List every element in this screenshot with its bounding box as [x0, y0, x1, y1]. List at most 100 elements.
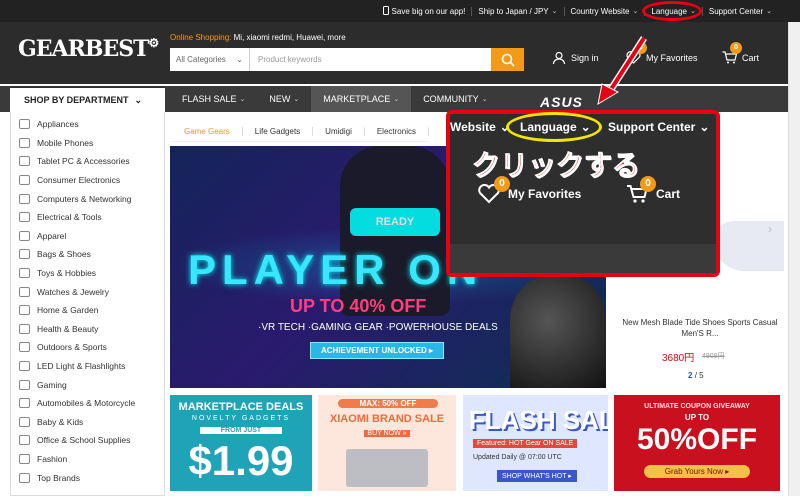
top-links: Save big on our app! Ship to Japan / JPY…	[377, 0, 778, 22]
chevron-down-icon: ⌄	[699, 120, 710, 134]
tab-game-gears[interactable]: Game Gears	[172, 127, 243, 136]
sidebar-item-health-beauty[interactable]: Health & Beauty	[11, 320, 164, 339]
promo-from: FROM JUST	[200, 427, 282, 434]
sidebar-item-mobile-phones[interactable]: Mobile Phones	[11, 134, 164, 153]
ship-to-link[interactable]: Ship to Japan / JPY ⌄	[471, 6, 563, 16]
sidebar-item-label: Tablet PC & Accessories	[37, 156, 130, 167]
callout-favorites-label: My Favorites	[508, 187, 582, 201]
nav-item-flash-sale[interactable]: FLASH SALE ⌄	[170, 94, 257, 104]
sidebar-item-gaming[interactable]: Gaming	[11, 375, 164, 394]
nav-item-community[interactable]: COMMUNITY ⌄	[411, 94, 499, 104]
tab-electronics[interactable]: Electronics	[365, 127, 429, 136]
sidebar-item-electrical-tools[interactable]: Electrical & Tools	[11, 208, 164, 227]
category-select[interactable]: All Categories ⌄	[170, 48, 250, 71]
cart-link[interactable]: Cart	[722, 51, 759, 64]
sidebar-item-apparel[interactable]: Apparel	[11, 227, 164, 246]
nav-item-marketplace[interactable]: MARKETPLACE ⌄	[311, 86, 412, 112]
sidebar-item-automobiles[interactable]: Automobiles & Motorcycle	[11, 394, 164, 413]
promo-flash-sale[interactable]: FLASH SALE Featured: HOT Gear ON SALE Up…	[463, 395, 608, 491]
dress-icon	[19, 453, 30, 464]
tab-life-gadgets[interactable]: Life Gadgets	[243, 127, 314, 136]
callout-support[interactable]: Support Center ⌄	[608, 120, 709, 134]
sidebar-item-top-brands[interactable]: Top Brands	[11, 468, 164, 487]
sidebar-item-bags-shoes[interactable]: Bags & Shoes	[11, 245, 164, 264]
pager-current: 2	[688, 371, 693, 380]
sidebar-item-home-garden[interactable]: Home & Garden	[11, 301, 164, 320]
online-shopping-links[interactable]: Mi, xiaomi redmi, Huawei, more	[234, 33, 346, 42]
cart-label: Cart	[742, 52, 760, 63]
nav-label: NEW	[269, 94, 291, 104]
sidebar-item-watches[interactable]: Watches & Jewelry	[11, 282, 164, 301]
sidebar-item-label: Gaming	[37, 379, 67, 390]
promo-button[interactable]: BUY NOW »	[364, 430, 410, 437]
product-pager: 2 / 5	[688, 371, 704, 380]
sidebar-item-consumer-electronics[interactable]: Consumer Electronics	[11, 171, 164, 190]
promo-title: XIAOMI BRAND SALE	[329, 413, 445, 425]
promo-featured: Featured: HOT Gear ON SALE	[473, 439, 578, 448]
sidebar-item-baby-kids[interactable]: Baby & Kids	[11, 413, 164, 432]
sidebar-item-fashion[interactable]: Fashion	[11, 450, 164, 469]
phone-icon	[382, 5, 389, 17]
promo-button[interactable]: SHOP WHAT'S HOT ▸	[497, 470, 577, 482]
tools-icon	[19, 212, 30, 223]
cart-count-badge: 0	[730, 42, 742, 54]
banner-sale: UP TO 40% OFF	[290, 296, 427, 316]
nav-item-new[interactable]: NEW ⌄	[257, 94, 311, 104]
promo-coupon-giveaway[interactable]: ULTIMATE COUPON GIVEAWAY UP TO 50%OFF Gr…	[614, 395, 780, 491]
promo-subtitle: NOVELTY GADGETS	[191, 415, 291, 422]
sidebar-item-tablet[interactable]: Tablet PC & Accessories	[11, 152, 164, 171]
promo-upto: UP TO	[684, 413, 710, 422]
callout-favorites[interactable]: My Favorites	[478, 184, 581, 204]
product-image	[714, 221, 784, 271]
nav-label: MARKETPLACE	[323, 94, 391, 104]
site-logo[interactable]: GEARBEST⚙	[18, 36, 160, 62]
shop-by-department[interactable]: SHOP BY DEPARTMENT ⌄	[10, 86, 165, 112]
sidebar-item-outdoors[interactable]: Outdoors & Sports	[11, 338, 164, 357]
promo-xiaomi-brand-sale[interactable]: MAX: 50% OFF XIAOMI BRAND SALE BUY NOW »	[318, 395, 456, 491]
online-shopping: Online Shopping: Mi, xiaomi redmi, Huawe…	[170, 33, 346, 42]
chevron-right-icon[interactable]: ›	[768, 222, 772, 236]
sidebar-item-label: Baby & Kids	[37, 416, 84, 427]
sidebar-item-appliances[interactable]: Appliances	[11, 115, 164, 134]
sidebar-item-label: Health & Beauty	[37, 323, 99, 334]
support-center-link[interactable]: Support Center ⌄	[701, 6, 778, 16]
banner-cta[interactable]: ACHIEVEMENT UNLOCKED ▸	[310, 342, 445, 359]
sidebar-item-label: Watches & Jewelry	[37, 286, 109, 297]
support-center-label: Support Center	[708, 6, 764, 16]
tab-umidigi[interactable]: Umidigi	[313, 127, 365, 136]
sidebar-item-label: Mobile Phones	[37, 137, 94, 148]
chevron-down-icon: ⌄	[766, 8, 772, 15]
callout-website-label: Website	[450, 120, 496, 134]
nav-label: COMMUNITY	[423, 94, 479, 104]
country-website-link[interactable]: Country Website ⌄	[563, 6, 645, 16]
tablet-icon	[19, 156, 30, 167]
promo-button[interactable]: Grab Yours Now ▸	[644, 465, 750, 478]
sidebar-item-led[interactable]: LED Light & Flashlights	[11, 357, 164, 376]
search-icon	[501, 53, 515, 67]
home-icon	[19, 305, 30, 316]
baby-icon	[19, 416, 30, 427]
sidebar-item-label: Apparel	[37, 230, 67, 241]
asus-logo[interactable]: ASUS	[540, 94, 583, 110]
gearbest-page: Save big on our app! Ship to Japan / JPY…	[0, 0, 800, 496]
gear-icon: ⚙	[148, 36, 160, 50]
sidebar-item-office[interactable]: Office & School Supplies	[11, 431, 164, 450]
bag-icon	[19, 249, 30, 260]
chevron-down-icon: ⌄	[632, 8, 639, 15]
chevron-down-icon: ⌄	[236, 55, 243, 64]
callout-website[interactable]: Website ⌄	[450, 120, 510, 134]
app-promo-link[interactable]: Save big on our app!	[377, 5, 472, 17]
pager-total: / 5	[694, 371, 704, 380]
sign-in-link[interactable]: Sign in	[552, 51, 599, 65]
watch-icon	[19, 286, 30, 297]
search-input[interactable]: Product keywords	[250, 48, 491, 71]
bulb-icon	[19, 361, 30, 372]
search-button[interactable]	[491, 48, 524, 71]
sidebar-item-label: Home & Garden	[37, 305, 99, 316]
page-scrollbar[interactable]	[788, 22, 800, 496]
promo-marketplace-deals[interactable]: MARKETPLACE DEALS NOVELTY GADGETS FROM J…	[170, 395, 312, 491]
sidebar-item-toys[interactable]: Toys & Hobbies	[11, 264, 164, 283]
sidebar-item-computers[interactable]: Computers & Networking	[11, 189, 164, 208]
search-placeholder: Product keywords	[258, 55, 322, 64]
monitor-icon	[19, 193, 30, 204]
